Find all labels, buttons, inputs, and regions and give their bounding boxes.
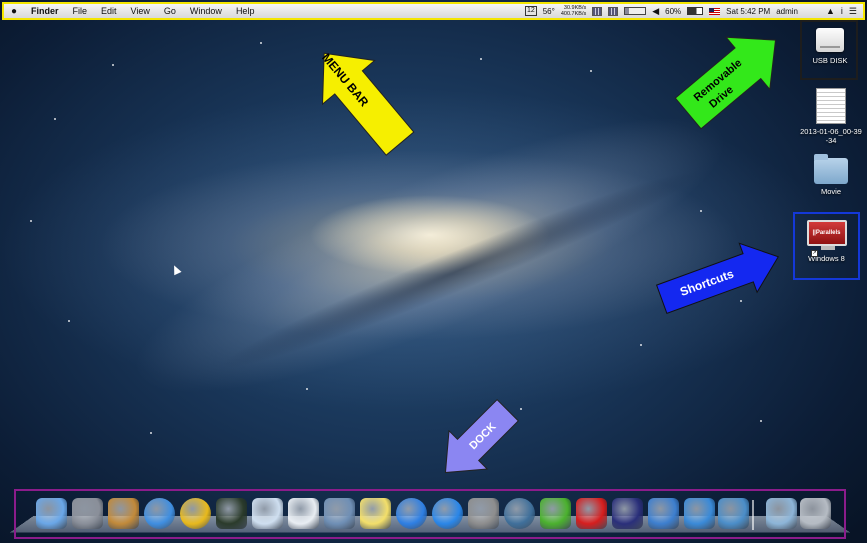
- mail-bird-icon[interactable]: [648, 498, 679, 529]
- shortcuts-arrow: Shortcuts: [655, 242, 780, 314]
- photo-slideshow-icon[interactable]: [108, 498, 139, 529]
- app-store-icon[interactable]: [432, 498, 463, 529]
- dock-separator: [752, 500, 754, 530]
- xcode-icon[interactable]: [718, 498, 749, 529]
- adium-icon[interactable]: [540, 498, 571, 529]
- writer-app-icon[interactable]: [684, 498, 715, 529]
- stickies-icon[interactable]: [360, 498, 391, 529]
- textedit-icon[interactable]: [252, 498, 283, 529]
- ical-icon[interactable]: [288, 498, 319, 529]
- preview-icon[interactable]: [324, 498, 355, 529]
- dock-arrow: DOCK: [444, 398, 520, 474]
- video-player-icon[interactable]: [612, 498, 643, 529]
- activity-monitor-icon[interactable]: [216, 498, 247, 529]
- menu-bar-arrow: MENU BAR: [319, 51, 415, 156]
- chrome-icon[interactable]: [180, 498, 211, 529]
- applications-folder-icon[interactable]: [766, 498, 797, 529]
- camera-icon[interactable]: [504, 498, 535, 529]
- itunes-icon[interactable]: [396, 498, 427, 529]
- system-preferences-icon[interactable]: [468, 498, 499, 529]
- trash-icon[interactable]: [800, 498, 831, 529]
- removable-drive-arrow: Removable Drive: [674, 36, 777, 130]
- annotation-layer: MENU BAR Removable Drive Shortcuts DOCK: [319, 36, 780, 474]
- launchpad-icon[interactable]: [72, 498, 103, 529]
- safari-icon[interactable]: [144, 498, 175, 529]
- finder-icon[interactable]: [36, 498, 67, 529]
- red-cross-app-icon[interactable]: [576, 498, 607, 529]
